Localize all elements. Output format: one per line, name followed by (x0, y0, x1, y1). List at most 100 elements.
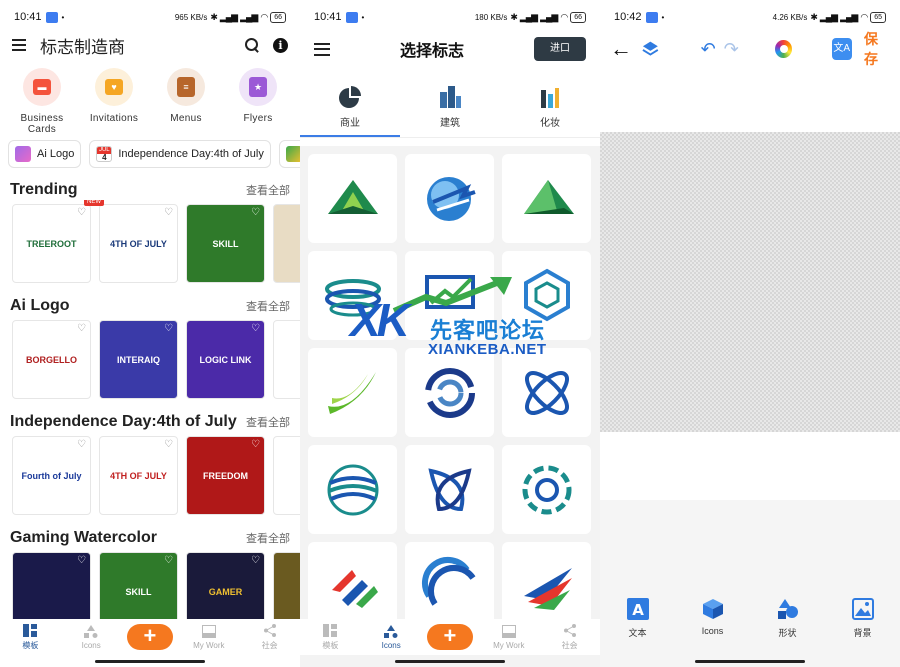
status-time: 10:41 (314, 11, 342, 23)
heart-icon[interactable]: ♡ (77, 324, 86, 334)
logo-tile[interactable] (405, 445, 494, 534)
template-thumbnail[interactable]: SE♡ (273, 204, 300, 283)
heart-icon[interactable]: ♡ (164, 208, 173, 218)
nav-icons[interactable]: Icons (366, 624, 416, 650)
template-thumbnail[interactable]: ♡ (273, 320, 300, 399)
nav-templates[interactable]: 模板 (305, 623, 355, 651)
swoosh-rings-logo-icon (324, 278, 381, 316)
logo-grid-area (300, 146, 600, 667)
template-text: TREEROOT (26, 238, 77, 249)
tool-label: 文本 (628, 628, 647, 638)
chip-ai-logo[interactable]: Ai Logo (8, 140, 82, 168)
menu-icon[interactable] (12, 39, 26, 51)
tool-background[interactable]: 背景 (833, 598, 893, 639)
nav-label: Icons (381, 640, 401, 650)
heart-icon[interactable]: ♡ (77, 440, 86, 450)
category-invitations[interactable]: ♥ Invitations (82, 68, 146, 138)
heart-icon[interactable]: ♡ (251, 440, 260, 450)
create-button[interactable]: + (426, 624, 473, 650)
tab-cosmetics[interactable]: 化妆 (500, 78, 600, 137)
tool-icons[interactable]: Icons (683, 598, 743, 639)
chip-more[interactable] (278, 140, 300, 168)
layers-icon[interactable] (642, 40, 659, 58)
template-thumbnail[interactable]: F♡ (273, 436, 300, 515)
editor-toolbar: ← ↶ ↷ 文A 保存 (600, 31, 900, 67)
template-thumbnail[interactable]: INTERAIQ ♡ (99, 320, 178, 399)
logo-tile[interactable] (405, 251, 494, 340)
template-thumbnail[interactable]: LOGIC LINK ♡ (186, 320, 265, 399)
heart-icon[interactable]: ♡ (164, 440, 173, 450)
info-icon[interactable]: i (273, 37, 288, 53)
nav-label: 社会 (261, 640, 278, 650)
search-icon[interactable] (245, 38, 259, 52)
bottom-navigation: 模板 Icons + My Work 社会 (0, 619, 300, 655)
logo-tile[interactable] (405, 154, 494, 243)
category-flyers[interactable]: ★ Flyers (226, 68, 290, 138)
template-thumbnail[interactable]: TREEROOT ♡ (12, 204, 91, 283)
heart-icon[interactable]: ♡ (251, 324, 260, 334)
logo-tile[interactable] (405, 348, 494, 437)
template-thumbnail[interactable]: FREEDOM ♡ (186, 436, 265, 515)
logo-tile[interactable] (502, 251, 591, 340)
heart-icon[interactable]: ♡ (251, 556, 260, 566)
filter-chips: Ai Logo JUL 4 Independence Day:4th of Ju… (0, 140, 300, 170)
template-thumbnail[interactable]: Fourth of July ♡ (12, 436, 91, 515)
home-indicator (395, 660, 505, 663)
heart-icon[interactable]: ♡ (164, 324, 173, 334)
redo-icon[interactable]: ↷ (724, 39, 739, 60)
create-button[interactable]: + (126, 624, 173, 650)
logo-tile[interactable] (308, 348, 397, 437)
section-2: Independence Day:4th of July 查看全部 Fourth o… (0, 412, 300, 518)
logo-tile[interactable] (308, 154, 397, 243)
view-all-link[interactable]: 查看全部 (246, 414, 290, 430)
menu-icon[interactable] (314, 42, 330, 56)
section-title: Trending (10, 181, 78, 198)
heart-icon[interactable]: ♡ (77, 208, 86, 218)
nav-templates[interactable]: 模板 (5, 623, 55, 651)
transparent-canvas[interactable] (600, 132, 900, 432)
chip-independence-day[interactable]: JUL 4 Independence Day:4th of July (89, 140, 271, 168)
heart-icon[interactable]: ♡ (77, 556, 86, 566)
nav-icons[interactable]: Icons (66, 624, 116, 650)
logo-maker-home-screen: 10:41 • 965 KB/s ✱ ▂▄▆ ▂▄▆ ◠ 66 标志制造商 i … (0, 0, 300, 667)
category-menus[interactable]: ≡ Menus (154, 68, 218, 138)
heart-icon[interactable]: ♡ (251, 208, 260, 218)
tool-text[interactable]: A 文本 (608, 598, 668, 639)
view-all-link[interactable]: 查看全部 (246, 298, 290, 314)
tab-architecture[interactable]: 建筑 (400, 78, 500, 137)
logo-tile[interactable] (308, 251, 397, 340)
logo-tile[interactable] (405, 542, 494, 631)
undo-icon[interactable]: ↶ (701, 39, 716, 60)
template-thumbnail[interactable]: 4TH OF JULY ♡ (99, 436, 178, 515)
template-thumbnail[interactable]: 4TH OF JULY ♡ (99, 204, 178, 283)
nav-label: 模板 (22, 640, 39, 650)
translate-icon[interactable]: 文A (831, 38, 852, 60)
template-thumbnail[interactable]: SKILL ♡ (186, 204, 265, 283)
heart-icon[interactable]: ♡ (164, 556, 173, 566)
tool-shapes[interactable]: 形状 (758, 598, 818, 639)
view-all-link[interactable]: 查看全部 (246, 530, 290, 546)
category-business-cards[interactable]: ▬ Business Cards (10, 68, 74, 138)
logo-tile[interactable] (502, 154, 591, 243)
template-thumbnail[interactable]: BORGELLO ♡ (12, 320, 91, 399)
save-button[interactable]: 保存 (864, 29, 890, 69)
nav-social[interactable]: 社会 (245, 623, 295, 651)
back-arrow-icon[interactable]: ← (610, 36, 638, 62)
color-wheel-icon[interactable] (774, 40, 792, 58)
nav-my-work[interactable]: My Work (484, 624, 534, 650)
view-all-link[interactable]: 查看全部 (246, 182, 290, 198)
nav-my-work[interactable]: My Work (184, 624, 234, 650)
logo-tile[interactable] (502, 348, 591, 437)
logo-tile[interactable] (502, 445, 591, 534)
text-icon: A (626, 598, 649, 620)
import-button[interactable]: 进口 (534, 37, 586, 61)
tab-business[interactable]: 商业 (300, 78, 400, 137)
shapes-icon (777, 599, 798, 619)
nav-social[interactable]: 社会 (545, 623, 595, 651)
logo-tile[interactable] (308, 445, 397, 534)
wifi-icon: ◠ (860, 11, 868, 22)
battery-icon: 66 (570, 11, 586, 23)
logo-tile[interactable] (502, 542, 591, 631)
logo-tile[interactable] (308, 542, 397, 631)
home-indicator (695, 660, 805, 663)
